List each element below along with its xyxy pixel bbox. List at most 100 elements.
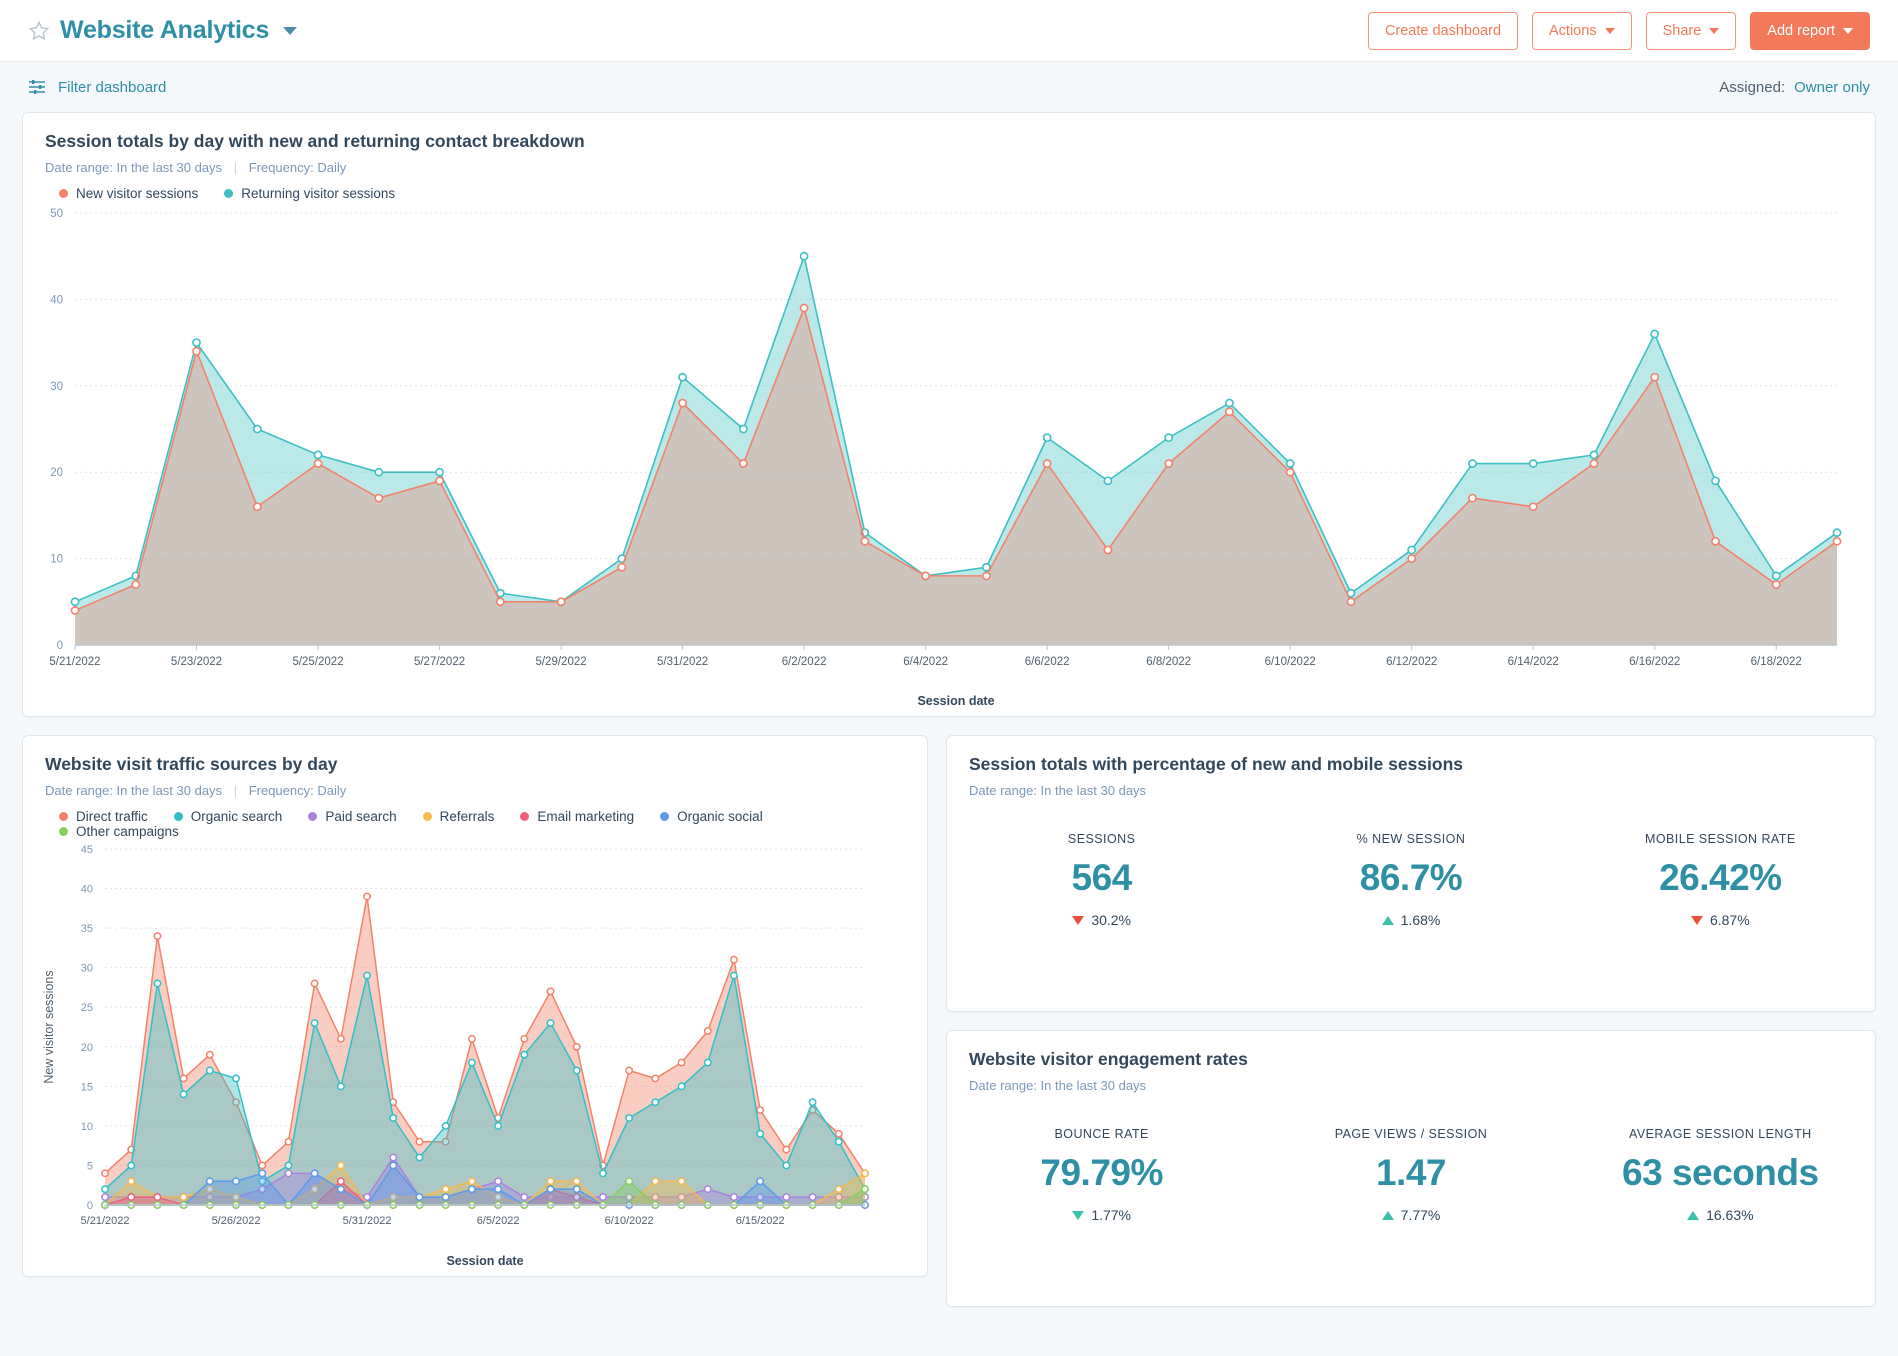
svg-text:5/25/2022: 5/25/2022: [292, 656, 343, 668]
share-button[interactable]: Share: [1645, 11, 1737, 50]
svg-text:5: 5: [87, 1160, 93, 1172]
dashboard-toolbar: Website Analytics Create dashboard Actio…: [0, 0, 1898, 62]
chart-legend: Direct traffic Organic search Paid search R…: [45, 809, 905, 839]
subtitle-separator: |: [233, 783, 238, 798]
favorite-star-icon[interactable]: [28, 20, 50, 42]
page-title: Website Analytics: [60, 16, 270, 44]
svg-text:40: 40: [81, 884, 93, 896]
chevron-down-icon[interactable]: [283, 26, 298, 35]
chart-traffic-sources[interactable]: 0 5 10 15 20 25 30 35 40 45 5/21/2022 5/26/2022 5/31…: [23, 839, 927, 1276]
kpi-label: % NEW SESSION: [1356, 832, 1466, 846]
legend-color-dot: [59, 189, 68, 198]
kpi-delta-value: 7.77%: [1400, 1207, 1441, 1223]
legend-label: Returning visitor sessions: [241, 186, 396, 201]
subtitle-separator: |: [233, 160, 238, 175]
assigned-label: Assigned:: [1719, 78, 1786, 96]
dashboard-lower-row: Website visit traffic sources by day Dat…: [22, 735, 1876, 1325]
legend-item[interactable]: Organic social: [660, 809, 763, 824]
svg-text:6/15/2022: 6/15/2022: [736, 1215, 785, 1227]
legend-item[interactable]: Direct traffic: [59, 809, 148, 824]
legend-item[interactable]: Returning visitor sessions: [224, 186, 395, 201]
kpi-label: PAGE VIEWS / SESSION: [1334, 1127, 1488, 1141]
legend-item[interactable]: Paid search: [308, 809, 397, 824]
legend-item[interactable]: New visitor sessions: [59, 186, 198, 201]
kpi-label: AVERAGE SESSION LENGTH: [1629, 1127, 1812, 1141]
create-dashboard-label: Create dashboard: [1384, 22, 1502, 39]
legend-item[interactable]: Organic search: [173, 809, 282, 824]
legend-label: Direct traffic: [76, 809, 148, 824]
dashboard-board: Session totals by day with new and retur…: [0, 112, 1898, 1325]
svg-text:New visitor sessions: New visitor sessions: [42, 970, 56, 1083]
kpi-delta-value: 30.2%: [1091, 912, 1132, 928]
lower-right-column: Session totals with percentage of new an…: [946, 735, 1876, 1325]
chart-legend: New visitor sessions Returning visitor s…: [45, 186, 1853, 201]
kpi-row: BOUNCE RATE 79.79% 1.77% PAGE VIEWS / SE…: [947, 1093, 1875, 1263]
kpi-mobile-session-rate: MOBILE SESSION RATE 26.42% 6.87%: [1566, 832, 1875, 928]
legend-label: Organic social: [677, 809, 763, 824]
share-label: Share: [1662, 22, 1702, 39]
svg-text:5/21/2022: 5/21/2022: [49, 656, 100, 668]
kpi-bounce-rate: BOUNCE RATE 79.79% 1.77%: [947, 1127, 1256, 1223]
legend-label: Referrals: [439, 809, 495, 824]
chart-sessions-breakdown[interactable]: 0 10 20 30 40 50 5/21/2022 5/23/2022 5/25/2022 5/…: [23, 201, 1875, 716]
svg-text:15: 15: [81, 1081, 93, 1093]
legend-color-dot: [173, 812, 183, 821]
kpi-label: MOBILE SESSION RATE: [1644, 832, 1796, 846]
svg-text:30: 30: [81, 963, 93, 975]
actions-label: Actions: [1549, 22, 1597, 39]
add-report-button[interactable]: Add report: [1750, 11, 1870, 50]
arrow-down-icon: [1072, 1210, 1085, 1220]
svg-text:30: 30: [50, 381, 63, 393]
sliders-icon: [28, 79, 46, 95]
kpi-row: SESSIONS 564 30.2% % NEW SESSION 86.7% 1…: [947, 798, 1875, 968]
legend-label: Paid search: [325, 809, 397, 824]
kpi-value: 86.7%: [1359, 857, 1463, 898]
kpi-delta-value: 1.68%: [1400, 912, 1441, 928]
arrow-up-icon: [1381, 1210, 1394, 1220]
kpi-value: 26.42%: [1659, 857, 1782, 898]
actions-button[interactable]: Actions: [1532, 11, 1632, 50]
frequency-text: Frequency: Daily: [248, 783, 347, 798]
svg-text:5/29/2022: 5/29/2022: [535, 656, 586, 668]
svg-text:25: 25: [81, 1002, 93, 1014]
svg-text:20: 20: [81, 1042, 93, 1054]
legend-item[interactable]: Email marketing: [520, 809, 634, 824]
arrow-down-icon: [1072, 915, 1085, 925]
kpi-delta: 6.87%: [1566, 912, 1875, 928]
card-subtitle: Date range: In the last 30 days: [969, 1078, 1853, 1093]
svg-text:35: 35: [81, 923, 93, 935]
kpi-value: 79.79%: [1040, 1152, 1163, 1193]
card-header: Session totals with percentage of new an…: [947, 736, 1875, 798]
chart-canvas: 0 10 20 30 40 50 5/21/2022 5/23/2022 5/25/2022 5/…: [49, 208, 1842, 708]
create-dashboard-button[interactable]: Create dashboard: [1367, 11, 1519, 50]
kpi-delta-value: 16.63%: [1706, 1207, 1754, 1223]
svg-text:50: 50: [50, 208, 63, 220]
card-subtitle: Date range: In the last 30 days | Freque…: [45, 783, 905, 798]
kpi-value: 564: [1071, 857, 1133, 898]
kpi-delta: 7.77%: [1256, 1207, 1565, 1223]
kpi-delta: 1.77%: [947, 1207, 1256, 1223]
kpi-value: 1.47: [1375, 1152, 1447, 1193]
filter-bar: Filter dashboard Assigned: Owner only: [0, 62, 1898, 112]
chevron-down-icon: [1604, 27, 1615, 34]
svg-text:5/23/2022: 5/23/2022: [171, 656, 222, 668]
date-range-text: Date range: In the last 30 days: [969, 783, 1147, 798]
card-subtitle: Date range: In the last 30 days | Freque…: [45, 160, 1853, 175]
kpi-sessions: SESSIONS 564 30.2%: [947, 832, 1256, 928]
legend-item[interactable]: Referrals: [422, 809, 495, 824]
legend-color-dot: [422, 812, 432, 821]
legend-item[interactable]: Other campaigns: [59, 824, 179, 839]
svg-text:6/12/2022: 6/12/2022: [1386, 656, 1437, 668]
card-engagement-rates: Website visitor engagement rates Date ra…: [946, 1030, 1876, 1307]
svg-text:5/27/2022: 5/27/2022: [414, 656, 465, 668]
svg-text:40: 40: [50, 294, 63, 306]
assigned-value-link[interactable]: Owner only: [1794, 79, 1870, 96]
arrow-down-icon: [1690, 915, 1703, 925]
kpi-label: SESSIONS: [1067, 832, 1136, 846]
card-header: Website visit traffic sources by day Dat…: [23, 736, 927, 839]
legend-color-dot: [520, 812, 530, 821]
filter-dashboard-button[interactable]: Filter dashboard: [28, 79, 166, 96]
svg-text:10: 10: [50, 554, 63, 566]
svg-text:45: 45: [81, 844, 93, 856]
svg-text:5/21/2022: 5/21/2022: [81, 1215, 130, 1227]
